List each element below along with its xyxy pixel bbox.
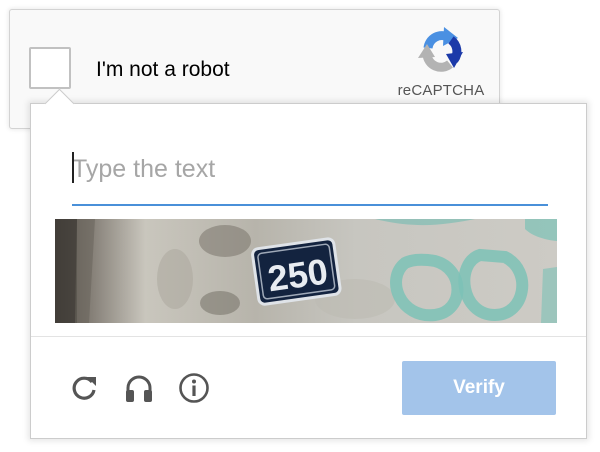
info-icon xyxy=(178,372,210,404)
verify-button[interactable]: Verify xyxy=(402,361,556,415)
challenge-popup: 250 xyxy=(30,88,587,439)
not-a-robot-label: I'm not a robot xyxy=(96,58,230,81)
text-cursor xyxy=(72,152,74,183)
recaptcha-logo-icon xyxy=(414,24,468,78)
headphones-icon xyxy=(123,372,155,404)
captcha-text-input[interactable] xyxy=(72,142,548,206)
recaptcha-logo-text: reCAPTCHA xyxy=(397,82,485,99)
help-button[interactable] xyxy=(178,372,210,404)
reload-button[interactable] xyxy=(68,372,100,404)
reload-icon xyxy=(68,372,100,404)
house-number-text: 250 xyxy=(265,250,330,299)
audio-challenge-button[interactable] xyxy=(123,372,155,404)
toolbar-divider xyxy=(31,336,586,337)
captcha-image: 250 xyxy=(55,219,557,323)
not-a-robot-checkbox[interactable] xyxy=(29,47,71,89)
page: I'm not a robot reCAPTCHA Type the text … xyxy=(0,0,600,452)
recaptcha-logo[interactable]: reCAPTCHA xyxy=(393,24,489,104)
